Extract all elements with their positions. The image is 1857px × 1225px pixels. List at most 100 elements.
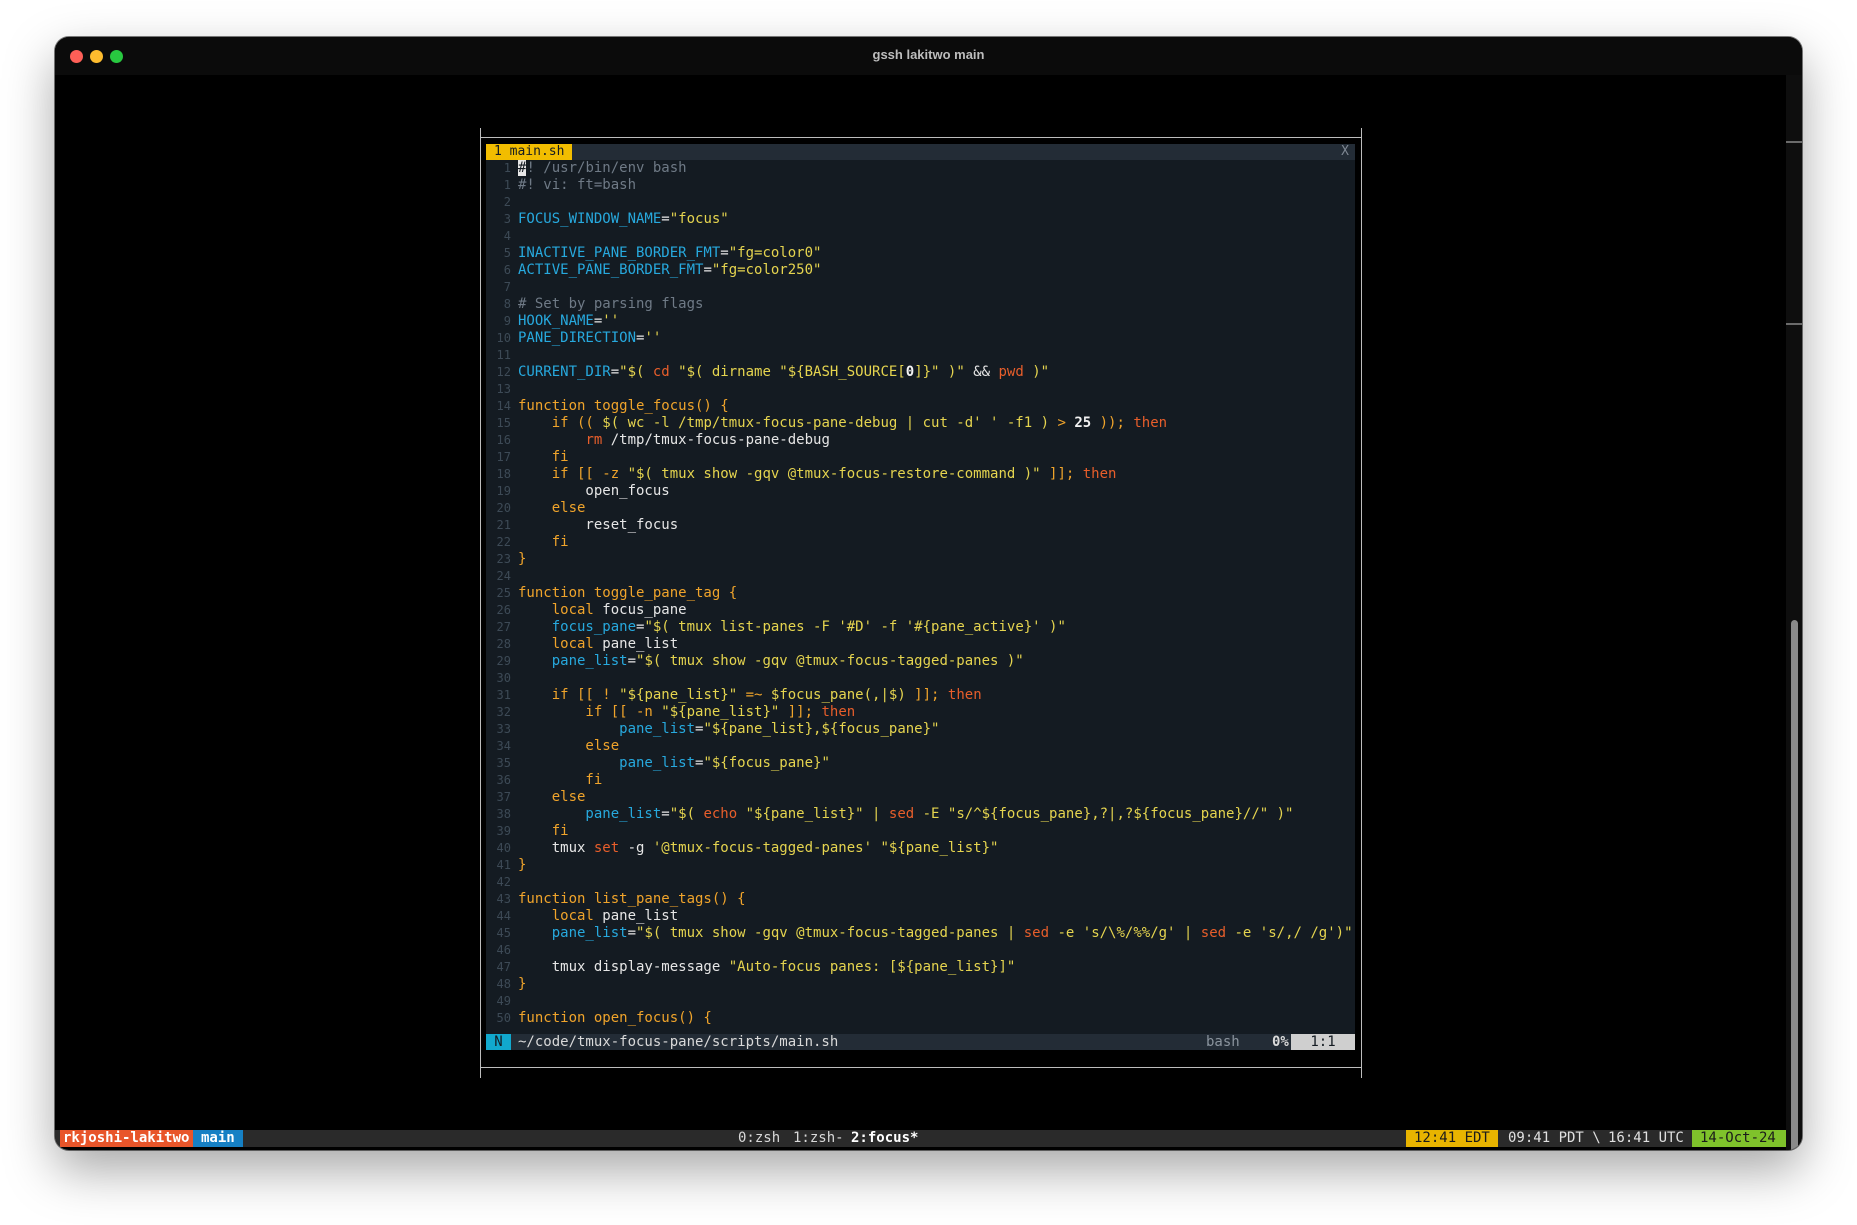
git-branch: main bbox=[193, 1130, 243, 1147]
code-line[interactable]: 31 if [[ ! "${pane_list}" =~ $focus_pane… bbox=[486, 687, 1355, 704]
code-line[interactable]: 39 fi bbox=[486, 823, 1355, 840]
code-token: ]]; bbox=[779, 704, 822, 720]
code-token: tmux bbox=[518, 840, 594, 856]
line-code: function toggle_focus() { bbox=[511, 398, 729, 415]
code-line[interactable]: 22 fi bbox=[486, 534, 1355, 551]
code-line[interactable]: 46 bbox=[486, 942, 1355, 959]
code-line[interactable]: 21 reset_focus bbox=[486, 517, 1355, 534]
code-line[interactable]: 15 if (( $( wc -l /tmp/tmux-focus-pane-d… bbox=[486, 415, 1355, 432]
code-line[interactable]: 9 HOOK_NAME='' bbox=[486, 313, 1355, 330]
code-line[interactable]: 40 tmux set -g '@tmux-focus-tagged-panes… bbox=[486, 840, 1355, 857]
code-line[interactable]: 34 else bbox=[486, 738, 1355, 755]
code-line[interactable]: 1 #! vi: ft=bash bbox=[486, 177, 1355, 194]
line-code: if (( $( wc -l /tmp/tmux-focus-pane-debu… bbox=[511, 415, 1167, 432]
code-token: -E "s/^${focus_pane},?|,?${focus_pane}//… bbox=[914, 806, 1294, 822]
tmux-window-0[interactable]: 0:zsh bbox=[738, 1130, 780, 1147]
line-code: pane_list="${pane_list},${focus_pane}" bbox=[511, 721, 939, 738]
line-number: 47 bbox=[496, 960, 511, 974]
code-line[interactable]: 50 function open_focus() { bbox=[486, 1010, 1355, 1027]
tab-main-sh[interactable]: 1 main.sh bbox=[486, 144, 573, 160]
code-token: then bbox=[1133, 415, 1168, 431]
popup-border-bottom bbox=[481, 1067, 1361, 1068]
code-line[interactable]: 5 INACTIVE_PANE_BORDER_FMT="fg=color0" bbox=[486, 245, 1355, 262]
line-code: tmux set -g '@tmux-focus-tagged-panes' "… bbox=[511, 840, 999, 857]
code-token: "fg=color0" bbox=[728, 245, 822, 261]
code-line[interactable]: 11 bbox=[486, 347, 1355, 364]
code-line[interactable]: 18 if [[ -z "$( tmux show -gqv @tmux-foc… bbox=[486, 466, 1355, 483]
code-line[interactable]: 38 pane_list="$( echo "${pane_list}" | s… bbox=[486, 806, 1355, 823]
code-token: else bbox=[518, 738, 620, 754]
code-line[interactable]: 28 local pane_list bbox=[486, 636, 1355, 653]
code-token: "${pane_list},${focus_pane}" bbox=[703, 721, 940, 737]
code-token: "focus" bbox=[669, 211, 729, 227]
code-line[interactable]: 36 fi bbox=[486, 772, 1355, 789]
code-line[interactable]: 37 else bbox=[486, 789, 1355, 806]
code-line[interactable]: 35 pane_list="${focus_pane}" bbox=[486, 755, 1355, 772]
code-token: local bbox=[518, 908, 594, 924]
code-line[interactable]: 25 function toggle_pane_tag { bbox=[486, 585, 1355, 602]
code-line[interactable]: 26 local focus_pane bbox=[486, 602, 1355, 619]
code-token: && bbox=[973, 364, 991, 380]
code-line[interactable]: 29 pane_list="$( tmux show -gqv @tmux-fo… bbox=[486, 653, 1355, 670]
line-code: # Set by parsing flags bbox=[511, 296, 703, 313]
line-number: 13 bbox=[496, 382, 511, 396]
code-line[interactable]: 17 fi bbox=[486, 449, 1355, 466]
code-line[interactable]: 3 FOCUS_WINDOW_NAME="focus" bbox=[486, 211, 1355, 228]
line-number: 19 bbox=[496, 484, 511, 498]
code-line[interactable]: 48} bbox=[486, 976, 1355, 993]
code-line[interactable]: 45 pane_list="$( tmux show -gqv @tmux-fo… bbox=[486, 925, 1355, 942]
code-line[interactable]: 24 bbox=[486, 568, 1355, 585]
code-token: open_focus bbox=[518, 483, 670, 499]
code-token: -g bbox=[619, 840, 653, 856]
code-line[interactable]: 49 bbox=[486, 993, 1355, 1010]
code-token: > bbox=[1049, 415, 1075, 431]
code-line[interactable]: 23} bbox=[486, 551, 1355, 568]
line-number: 31 bbox=[496, 688, 511, 702]
code-line[interactable]: 33 pane_list="${pane_list},${focus_pane}… bbox=[486, 721, 1355, 738]
code-line[interactable]: 6 ACTIVE_PANE_BORDER_FMT="fg=color250" bbox=[486, 262, 1355, 279]
code-line[interactable]: 13 bbox=[486, 381, 1355, 398]
code-line[interactable]: 43 function list_pane_tags() { bbox=[486, 891, 1355, 908]
code-token: = bbox=[661, 211, 670, 227]
code-line[interactable]: 12 CURRENT_DIR="$( cd "$( dirname "${BASH… bbox=[486, 364, 1355, 381]
tmux-window-2[interactable]: 2:focus* bbox=[851, 1130, 918, 1147]
line-number: 30 bbox=[496, 671, 511, 685]
code-token: = bbox=[627, 653, 637, 669]
code-token: '' bbox=[644, 330, 662, 346]
time-pdt: 09:41 PDT \ bbox=[1508, 1130, 1601, 1146]
code-line[interactable]: 44 local pane_list bbox=[486, 908, 1355, 925]
code-line[interactable]: 47 tmux display-message "Auto-focus pane… bbox=[486, 959, 1355, 976]
code-line[interactable]: 42 bbox=[486, 874, 1355, 891]
code-line[interactable]: 1 #! /usr/bin/env bash bbox=[486, 160, 1355, 177]
code-line[interactable]: 30 bbox=[486, 670, 1355, 687]
tmux-window-1[interactable]: 1:zsh- bbox=[793, 1130, 844, 1147]
code-token: fi bbox=[518, 823, 569, 839]
code-line[interactable]: 8 # Set by parsing flags bbox=[486, 296, 1355, 313]
code-line[interactable]: 19 open_focus bbox=[486, 483, 1355, 500]
code-line[interactable]: 27 focus_pane="$( tmux list-panes -F '#D… bbox=[486, 619, 1355, 636]
code-token: } bbox=[518, 551, 527, 567]
code-token: else bbox=[518, 500, 586, 516]
tmux-status-bar: rkjoshi-lakitwo main 0:zsh 1:zsh- 2:focu… bbox=[55, 1130, 1786, 1147]
line-code: if [[ -z "$( tmux show -gqv @tmux-focus-… bbox=[511, 466, 1117, 483]
code-line[interactable]: 20 else bbox=[486, 500, 1355, 517]
vim-editor[interactable]: 1 main.sh X 1 #! /usr/bin/env bash 1 #! vi:… bbox=[486, 144, 1355, 1050]
code-token: focus_pane bbox=[518, 619, 637, 635]
code-token: PANE_DIRECTION bbox=[518, 330, 637, 346]
line-number: 49 bbox=[496, 994, 511, 1008]
code-line[interactable]: 2 bbox=[486, 194, 1355, 211]
code-line[interactable]: 4 bbox=[486, 228, 1355, 245]
title-bar[interactable]: gssh lakitwo main bbox=[55, 37, 1802, 75]
scrollbar-thumb[interactable] bbox=[1791, 620, 1798, 1150]
code-token: = bbox=[661, 806, 670, 822]
code-token: pane_list bbox=[518, 806, 662, 822]
code-line[interactable]: 32 if [[ -n "${pane_list}" ]]; then bbox=[486, 704, 1355, 721]
scrollbar-track[interactable] bbox=[1786, 75, 1802, 1150]
code-line[interactable]: 10 PANE_DIRECTION='' bbox=[486, 330, 1355, 347]
tab-close-button[interactable]: X bbox=[1341, 144, 1349, 160]
code-buffer[interactable]: 1 #! /usr/bin/env bash 1 #! vi: ft=bash 2 3 FO… bbox=[486, 160, 1355, 1027]
code-line[interactable]: 41} bbox=[486, 857, 1355, 874]
code-line[interactable]: 14 function toggle_focus() { bbox=[486, 398, 1355, 415]
code-line[interactable]: 7 bbox=[486, 279, 1355, 296]
code-line[interactable]: 16 rm /tmp/tmux-focus-pane-debug bbox=[486, 432, 1355, 449]
